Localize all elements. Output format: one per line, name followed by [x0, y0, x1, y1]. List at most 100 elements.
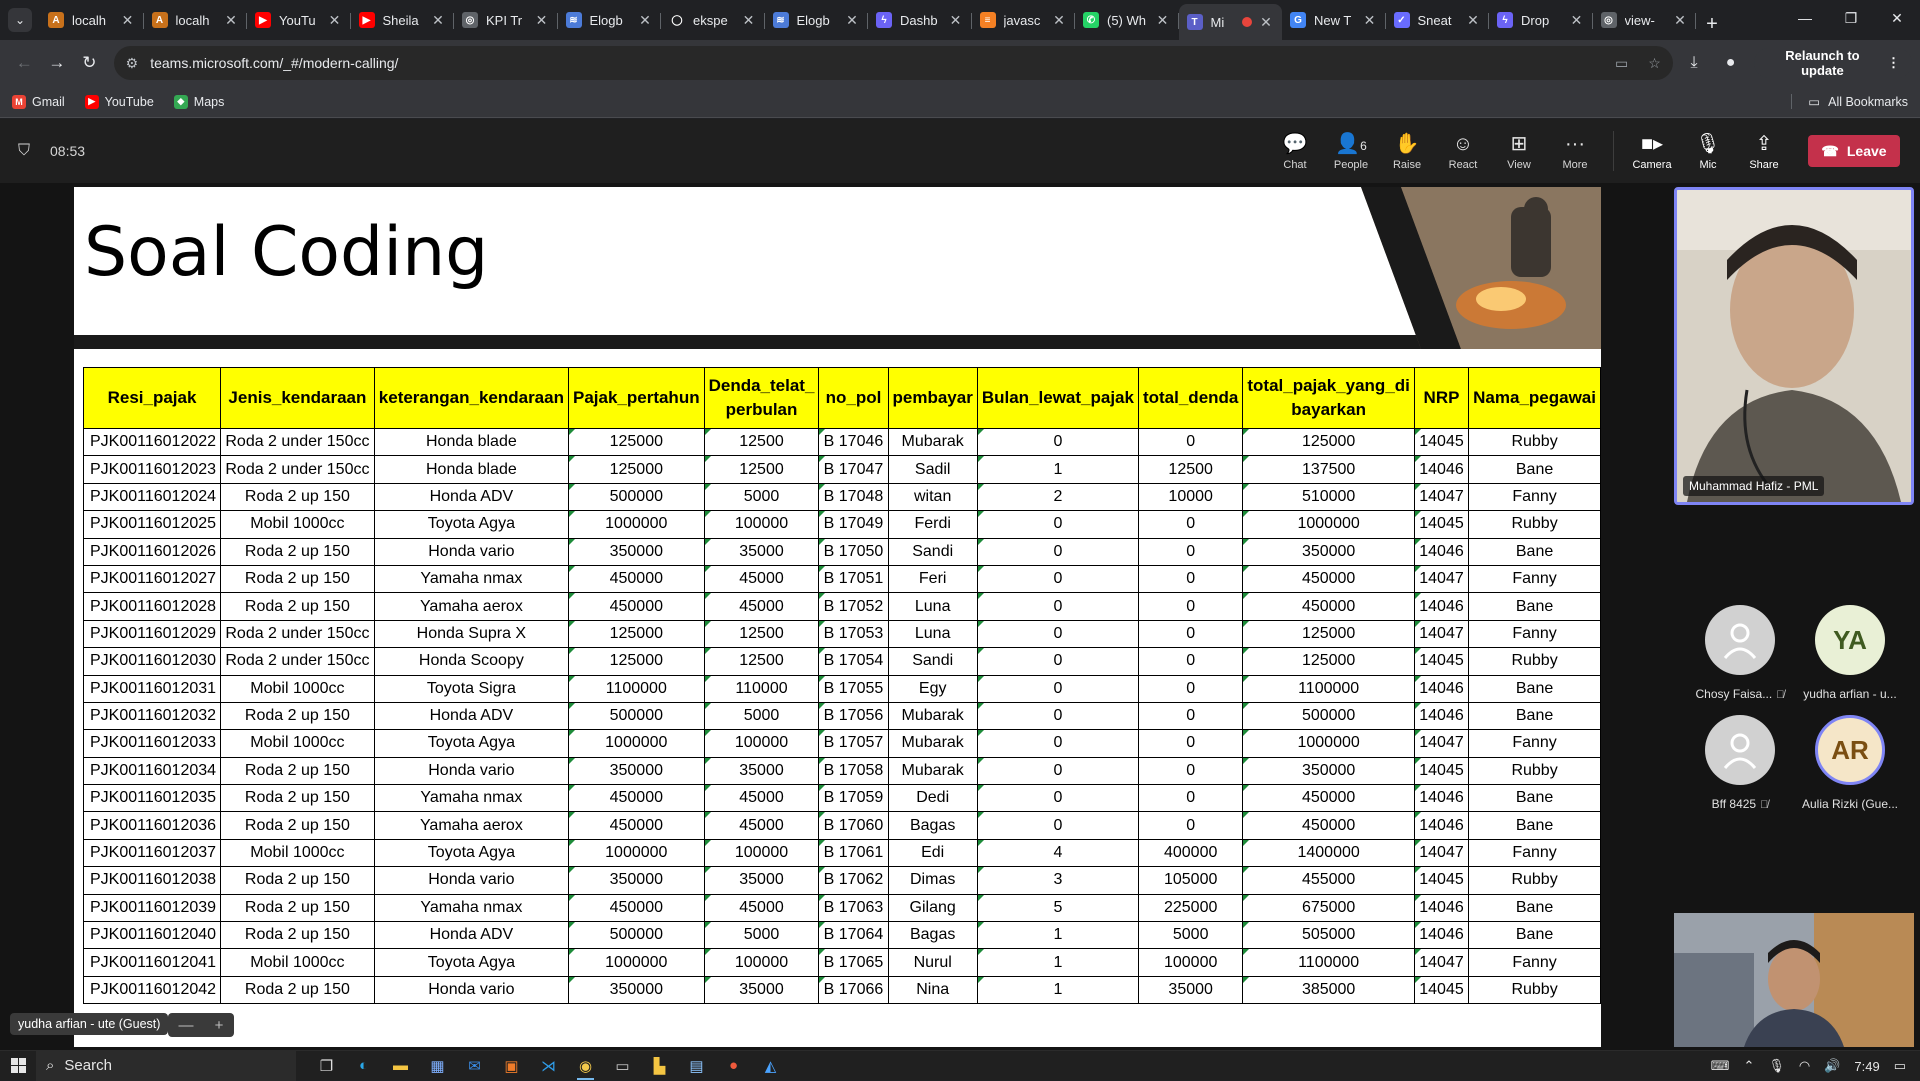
browser-tab[interactable]: Alocalh ✕: [40, 4, 144, 36]
close-tab-icon[interactable]: ✕: [534, 12, 550, 29]
browser-tab[interactable]: Alocalh ✕: [144, 4, 247, 36]
file-explorer-icon[interactable]: ▬: [382, 1051, 419, 1081]
close-tab-icon[interactable]: ✕: [741, 12, 757, 29]
address-bar[interactable]: ⚙ teams.microsoft.com/_#/modern-calling/…: [113, 46, 1673, 80]
camera-button[interactable]: ■▸ Camera: [1624, 123, 1680, 179]
bookmark-item[interactable]: ▶ YouTube: [84, 94, 154, 109]
notepad-icon[interactable]: ▤: [678, 1051, 715, 1081]
table-cell: 0: [976, 701, 1139, 731]
app-blue-icon[interactable]: ◭: [752, 1051, 789, 1081]
keyboard-icon[interactable]: ⌨: [1711, 1058, 1730, 1074]
close-window-button[interactable]: ✕: [1874, 0, 1920, 36]
close-tab-icon[interactable]: ✕: [327, 12, 343, 29]
browser-tab[interactable]: ✓ Sneat ✕: [1386, 4, 1489, 36]
browser-tab[interactable]: ◎ KPI Tr ✕: [454, 4, 558, 36]
raise-hand-button[interactable]: ✋ Raise: [1379, 123, 1435, 179]
wifi-icon[interactable]: ◠: [1799, 1058, 1810, 1074]
browser-tab[interactable]: T Mi ✕: [1178, 4, 1282, 40]
participant-tile[interactable]: Chosy Faisa... 🎙̸: [1685, 605, 1795, 701]
close-tab-icon[interactable]: ✕: [844, 12, 860, 29]
browser-tab[interactable]: ▶ YouTu ✕: [247, 4, 351, 36]
close-tab-icon[interactable]: ✕: [1362, 12, 1378, 29]
mic-button[interactable]: 🎙 Mic: [1680, 123, 1736, 179]
table-cell: Sandi: [887, 647, 978, 676]
back-button[interactable]: ←: [8, 46, 41, 80]
cast-icon[interactable]: ▭: [1615, 55, 1628, 72]
chat-button[interactable]: 💬 Chat: [1267, 123, 1323, 179]
close-tab-icon[interactable]: ✕: [430, 12, 446, 29]
edge-icon[interactable]: ◐: [345, 1051, 382, 1081]
reload-button[interactable]: ↻: [73, 46, 106, 80]
more-button[interactable]: ··· More: [1547, 123, 1603, 179]
relaunch-button[interactable]: Relaunch to update ⋮: [1753, 48, 1913, 78]
close-tab-icon[interactable]: ✕: [1258, 14, 1274, 31]
close-tab-icon[interactable]: ✕: [120, 12, 136, 29]
view-button[interactable]: ⊞ View: [1491, 123, 1547, 179]
site-info-icon[interactable]: ⚙: [126, 55, 139, 72]
taskbar-search[interactable]: ⌕ Search: [36, 1050, 296, 1081]
notification-icon[interactable]: ▭: [1894, 1058, 1906, 1074]
table-cell: PJK00116012024: [82, 482, 222, 512]
participant-tile[interactable]: AR Aulia Rizki (Gue...: [1795, 715, 1905, 811]
chevron-up-icon[interactable]: ⌃: [1743, 1058, 1754, 1074]
browser-tab[interactable]: ϟ Drop ✕: [1489, 4, 1593, 36]
table-cell: Sadil: [887, 455, 978, 484]
close-tab-icon[interactable]: ✕: [1155, 12, 1171, 29]
browser-tab[interactable]: ✆ (5) Wh ✕: [1075, 4, 1179, 36]
download-icon[interactable]: ⤓: [1681, 49, 1708, 77]
bookmark-item[interactable]: M Gmail: [12, 94, 65, 109]
vscode-icon[interactable]: ⋊: [530, 1051, 567, 1081]
tab-search-button[interactable]: ⌄: [0, 0, 40, 40]
bookmark-star-icon[interactable]: ☆: [1648, 55, 1661, 72]
tab-title: Dashb: [900, 12, 938, 28]
browser-tab[interactable]: G New T ✕: [1282, 4, 1386, 36]
mail-icon[interactable]: ✉: [456, 1051, 493, 1081]
table-cell: 1: [976, 921, 1139, 950]
restore-button[interactable]: ❐: [1828, 0, 1874, 36]
close-tab-icon[interactable]: ✕: [1051, 12, 1067, 29]
leave-button[interactable]: ☎ Leave: [1808, 135, 1900, 167]
forward-button[interactable]: →: [41, 46, 74, 80]
store-icon[interactable]: ▦: [419, 1051, 456, 1081]
terminal-icon[interactable]: ▭: [604, 1051, 641, 1081]
react-button[interactable]: ☺ React: [1435, 123, 1491, 179]
task-view-icon[interactable]: ❐: [308, 1051, 345, 1081]
close-tab-icon[interactable]: ✕: [1672, 12, 1688, 29]
browser-tab[interactable]: ≋ Elogb ✕: [558, 4, 661, 36]
browser-tab[interactable]: ◎ view- ✕: [1593, 4, 1696, 36]
close-tab-icon[interactable]: ✕: [223, 12, 239, 29]
table-cell: 500000: [567, 701, 705, 731]
all-bookmarks-button[interactable]: ▭ All Bookmarks: [1791, 94, 1908, 109]
close-tab-icon[interactable]: ✕: [637, 12, 653, 29]
zoom-in-button[interactable]: +: [215, 1017, 224, 1034]
people-button[interactable]: 👤6 People: [1323, 123, 1379, 179]
participant-tile[interactable]: Bff 8425 🎙̸: [1685, 715, 1795, 811]
close-tab-icon[interactable]: ✕: [1569, 12, 1585, 29]
browser-tab[interactable]: ≋ Elogb ✕: [765, 4, 868, 36]
tax-data-table: Resi_pajak Jenis_kendaraan keterangan_kend…: [82, 367, 1601, 1005]
speaker-video[interactable]: Muhammad Hafiz - PML: [1674, 187, 1914, 505]
start-button[interactable]: [0, 1051, 36, 1081]
tab-favicon-icon: ≋: [565, 12, 582, 28]
app-orange-icon[interactable]: ▣: [493, 1051, 530, 1081]
participant-tile[interactable]: YA yudha arfian - u...: [1795, 605, 1905, 701]
clock[interactable]: 7:49: [1854, 1059, 1879, 1074]
bookmark-item[interactable]: ◆ Maps: [173, 94, 224, 109]
volume-icon[interactable]: 🔊: [1824, 1058, 1840, 1074]
profile-icon[interactable]: ●: [1717, 49, 1744, 77]
self-video[interactable]: [1674, 913, 1914, 1047]
close-tab-icon[interactable]: ✕: [1465, 12, 1481, 29]
microphone-tray-icon[interactable]: 🎙: [1768, 1058, 1785, 1074]
browser-tab[interactable]: ◯ ekspe ✕: [661, 4, 765, 36]
browser-tab[interactable]: ϟ Dashb ✕: [868, 4, 972, 36]
close-tab-icon[interactable]: ✕: [948, 12, 964, 29]
app-red-icon[interactable]: ●: [715, 1051, 752, 1081]
browser-tab[interactable]: ▶ Sheila ✕: [351, 4, 454, 36]
new-tab-button[interactable]: +: [1696, 8, 1728, 40]
browser-tab[interactable]: ≡ javasc ✕: [972, 4, 1075, 36]
zoom-out-button[interactable]: —: [179, 1017, 194, 1034]
minimize-button[interactable]: —: [1782, 0, 1828, 36]
chrome-icon[interactable]: ◉: [567, 1051, 604, 1081]
share-button[interactable]: ⇪ Share: [1736, 123, 1792, 179]
folder-app-icon[interactable]: ▙: [641, 1051, 678, 1081]
